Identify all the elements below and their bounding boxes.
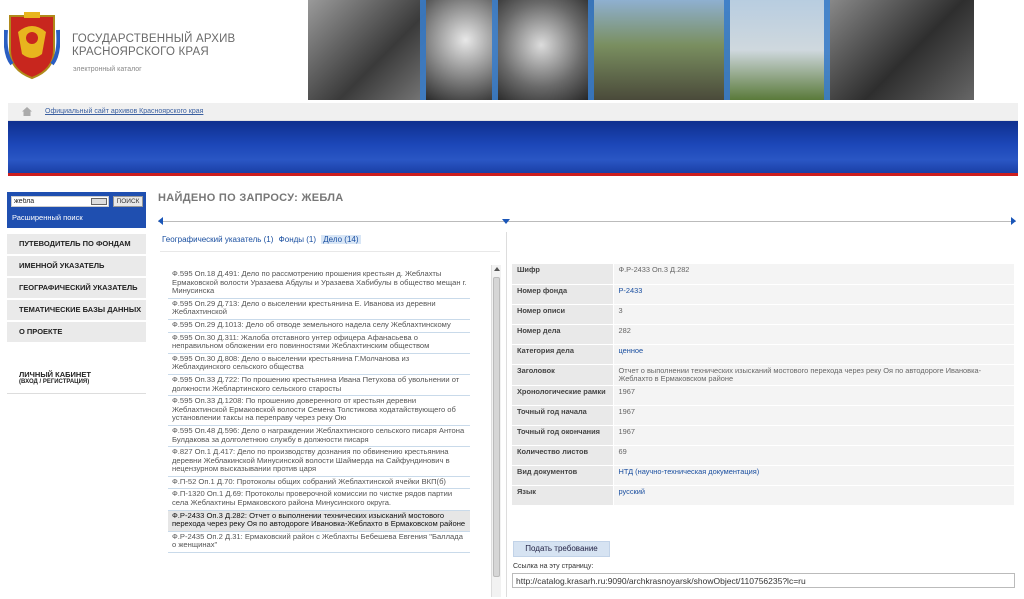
detail-key: Хронологические рамки — [512, 385, 614, 406]
site-subtitle: электронный каталог — [73, 66, 142, 73]
detail-value: 3 — [613, 304, 1014, 325]
result-item[interactable]: Ф.595 Оп.29 Д.713: Дело о выселении крес… — [168, 299, 470, 320]
detail-key: Точный год начала — [512, 405, 614, 426]
scroll-thumb[interactable] — [493, 277, 500, 577]
detail-value-link[interactable]: НТД (научно-техническая документация) — [613, 465, 1014, 486]
detail-key: Язык — [512, 485, 614, 506]
result-item[interactable]: Ф.П-52 Оп.1 Д.70: Протоколы общих собран… — [168, 477, 470, 490]
result-item[interactable]: Ф.595 Оп.29 Д.1013: Дело об отводе земел… — [168, 320, 470, 333]
collapse-right-icon[interactable] — [1011, 217, 1016, 225]
coat-of-arms-logo[interactable] — [4, 10, 60, 80]
detail-row: Номер дела 282 — [512, 324, 1014, 345]
divider — [158, 221, 1016, 222]
divider — [506, 232, 507, 597]
page-link-field[interactable] — [512, 573, 1015, 588]
decorative-red-stripe — [8, 173, 1018, 176]
result-item[interactable]: Ф.595 Оп.33 Д.1208: По прошению доверенн… — [168, 396, 470, 426]
header-photo-2 — [426, 0, 498, 100]
result-item[interactable]: Ф.595 Оп.48 Д.596: Дело о награждении Же… — [168, 426, 470, 448]
nav-item-fund-guide[interactable]: ПУТЕВОДИТЕЛЬ ПО ФОНДАМ — [7, 234, 146, 256]
detail-value: 1967 — [613, 385, 1014, 406]
divider — [160, 251, 500, 252]
detail-value: 1967 — [613, 405, 1014, 426]
detail-value-link[interactable]: русский — [613, 485, 1014, 506]
nav-item-about[interactable]: О ПРОЕКТЕ — [7, 322, 146, 344]
site-header: ГОСУДАРСТВЕННЫЙ АРХИВ КРАСНОЯРСКОГО КРАЯ… — [0, 0, 1024, 100]
header-photo-strip — [308, 0, 974, 100]
result-item[interactable]: Ф.595 Оп.33 Д.722: По прошению крестьяни… — [168, 375, 470, 397]
header-photo-5 — [730, 0, 830, 100]
result-item[interactable]: Ф.П-1320 Оп.1 Д.69: Протоколы проверочно… — [168, 489, 470, 511]
detail-row: Язык русский — [512, 485, 1014, 506]
expand-down-icon[interactable] — [502, 219, 510, 224]
detail-key: Заголовок — [512, 364, 614, 386]
detail-value: 282 — [613, 324, 1014, 345]
detail-row: Номер описи 3 — [512, 304, 1014, 325]
detail-key: Номер фонда — [512, 284, 614, 305]
search-button[interactable]: ПОИСК — [113, 196, 143, 207]
sidebar-nav: ПУТЕВОДИТЕЛЬ ПО ФОНДАМ ИМЕННОЙ УКАЗАТЕЛЬ… — [7, 234, 146, 344]
detail-row: Заголовок Отчет о выполнении технических … — [512, 364, 1014, 386]
case-detail-table: Шифр Ф.Р-2433 Оп.3 Д.282 Номер фонда Р-2433… — [512, 264, 1014, 506]
cabinet-login-link[interactable]: (ВХОД / РЕГИСТРАЦИЯ) — [19, 379, 146, 385]
cabinet-title[interactable]: ЛИЧНЫЙ КАБИНЕТ — [19, 370, 146, 379]
detail-value-link[interactable]: ценное — [613, 344, 1014, 365]
page-title: НАЙДЕНО ПО ЗАПРОСУ: ЖЕБЛА — [158, 192, 344, 204]
decorative-blue-band — [8, 121, 1018, 173]
detail-key: Точный год окончания — [512, 425, 614, 446]
scroll-up-icon[interactable] — [494, 267, 500, 271]
result-item[interactable]: Ф.595 Оп.30 Д.311: Жалоба отставного унт… — [168, 333, 470, 354]
detail-row: Точный год начала 1967 — [512, 405, 1014, 426]
result-item[interactable]: Ф.Р-2435 Оп.2 Д.31: Ермаковский район с … — [168, 532, 470, 554]
nav-item-name-index[interactable]: ИМЕННОЙ УКАЗАТЕЛЬ — [7, 256, 146, 278]
detail-row: Количество листов 69 — [512, 445, 1014, 466]
breadcrumb-official-site-link[interactable]: Официальный сайт архивов Красноярского к… — [45, 108, 203, 115]
result-item[interactable]: Ф.827 Оп.1 Д.417: Дело по производству д… — [168, 447, 470, 477]
detail-row: Шифр Ф.Р-2433 Оп.3 Д.282 — [512, 264, 1014, 285]
detail-row: Точный год окончания 1967 — [512, 425, 1014, 446]
keyboard-icon[interactable] — [91, 198, 107, 205]
filter-funds[interactable]: Фонды (1) — [279, 235, 316, 244]
detail-key: Номер описи — [512, 304, 614, 325]
site-title: ГОСУДАРСТВЕННЫЙ АРХИВ КРАСНОЯРСКОГО КРАЯ — [72, 33, 235, 59]
detail-row: Вид документов НТД (научно-техническая до… — [512, 465, 1014, 486]
home-icon[interactable] — [22, 107, 32, 116]
detail-row: Категория дела ценное — [512, 344, 1014, 365]
submit-request-button[interactable]: Подать требование — [513, 541, 610, 557]
collapse-left-icon[interactable] — [158, 217, 163, 225]
header-photo-1 — [308, 0, 426, 100]
detail-key: Номер дела — [512, 324, 614, 345]
header-photo-3 — [498, 0, 594, 100]
detail-value: 1967 — [613, 425, 1014, 446]
detail-key: Шифр — [512, 264, 614, 285]
result-filters: Географический указатель (1) Фонды (1) Д… — [162, 235, 364, 244]
header-photo-4 — [594, 0, 730, 100]
filter-geo-index[interactable]: Географический указатель (1) — [162, 235, 273, 244]
result-item[interactable]: Ф.595 Оп.18 Д.491: Дело по рассмотрению … — [168, 269, 470, 299]
site-title-line2: КРАСНОЯРСКОГО КРАЯ — [72, 46, 209, 58]
detail-key: Категория дела — [512, 344, 614, 365]
detail-value-link[interactable]: Р-2433 — [613, 284, 1014, 305]
detail-value: Ф.Р-2433 Оп.3 Д.282 — [613, 264, 1014, 285]
detail-value: 69 — [613, 445, 1014, 466]
page-link-label: Ссылка на эту страницу: — [513, 563, 594, 570]
nav-item-thematic-db[interactable]: ТЕМАТИЧЕСКИЕ БАЗЫ ДАННЫХ — [7, 300, 146, 322]
personal-cabinet[interactable]: ЛИЧНЫЙ КАБИНЕТ (ВХОД / РЕГИСТРАЦИЯ) — [7, 362, 146, 394]
detail-value: Отчет о выполнении технических изысканий… — [613, 364, 1014, 386]
filter-cases[interactable]: Дело (14) — [321, 235, 361, 244]
search-box: ПОИСК Расширенный поиск — [7, 192, 146, 228]
header-photo-6 — [830, 0, 974, 100]
result-item[interactable]: Ф.Р-2433 Оп.3 Д.282: Отчет о выполнении … — [168, 510, 470, 532]
results-list: Ф.595 Оп.18 Д.491: Дело по рассмотрению … — [168, 269, 470, 554]
site-title-line1: ГОСУДАРСТВЕННЫЙ АРХИВ — [72, 33, 236, 45]
nav-item-geo-index[interactable]: ГЕОГРАФИЧЕСКИЙ УКАЗАТЕЛЬ — [7, 278, 146, 300]
advanced-search-link[interactable]: Расширенный поиск — [12, 213, 83, 222]
detail-key: Вид документов — [512, 465, 614, 486]
detail-key: Количество листов — [512, 445, 614, 466]
result-item[interactable]: Ф.595 Оп.30 Д.808: Дело о выселении крес… — [168, 354, 470, 375]
detail-row: Номер фонда Р-2433 — [512, 284, 1014, 305]
results-scrollbar[interactable] — [491, 265, 501, 597]
detail-row: Хронологические рамки 1967 — [512, 385, 1014, 406]
breadcrumb: Официальный сайт архивов Красноярского к… — [8, 103, 1018, 121]
